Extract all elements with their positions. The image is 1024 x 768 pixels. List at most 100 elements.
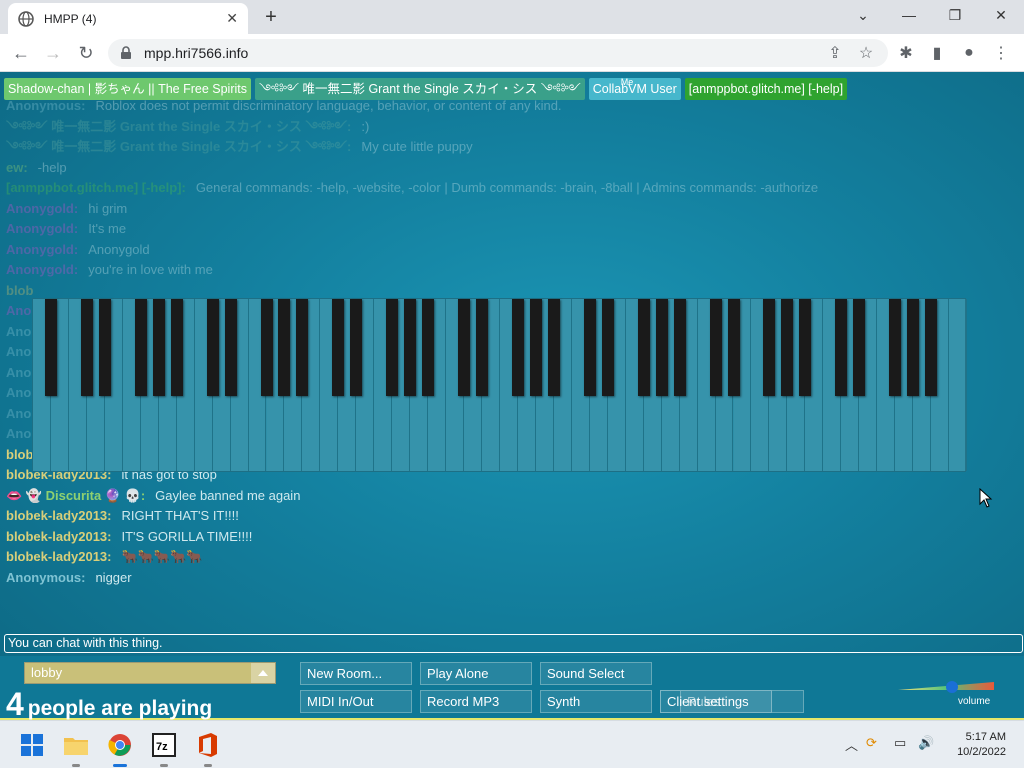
piano-black-key[interactable] xyxy=(781,299,794,396)
chat-nick: blobek-lady2013: xyxy=(6,528,112,544)
profile-avatar-icon[interactable]: ● xyxy=(956,40,982,66)
synth-button[interactable]: Synth xyxy=(540,690,652,713)
tab-strip: HMPP (4) ✕ + ⌄ — ❐ ✕ xyxy=(0,0,1024,34)
piano-black-key[interactable] xyxy=(601,299,614,396)
piano-black-key[interactable] xyxy=(889,299,902,396)
close-window-button[interactable]: ✕ xyxy=(978,0,1024,30)
chevron-up-icon[interactable]: ︿ xyxy=(845,735,858,754)
forward-button[interactable]: → xyxy=(40,40,66,66)
close-tab-icon[interactable]: ✕ xyxy=(226,10,238,27)
office-icon[interactable] xyxy=(192,729,224,767)
chat-input[interactable]: You can chat with this thing. xyxy=(4,634,1023,653)
sync-icon[interactable]: ⟳ xyxy=(866,735,877,751)
piano-black-key[interactable] xyxy=(799,299,812,396)
room-select[interactable]: lobby xyxy=(24,662,276,684)
piano-black-key[interactable] xyxy=(583,299,596,396)
piano-black-key[interactable] xyxy=(404,299,417,396)
client-settings-button[interactable]: Client settings xyxy=(660,690,772,713)
chat-message: blobek-lady2013: RIGHT THAT'S IT!!!! xyxy=(6,506,1016,527)
piano-black-key[interactable] xyxy=(224,299,237,396)
network-icon[interactable]: ▭ xyxy=(894,735,906,751)
piano-black-key[interactable] xyxy=(529,299,542,396)
piano-black-key[interactable] xyxy=(134,299,147,396)
piano-black-key[interactable] xyxy=(332,299,345,396)
chat-nick: Anonygold: xyxy=(6,241,79,257)
piano-white-key[interactable] xyxy=(949,299,967,471)
extensions-puzzle-icon[interactable]: ✱ xyxy=(893,40,919,66)
side-panel-icon[interactable]: ▮ xyxy=(924,40,950,66)
chat-message: blobek-lady2013: 🐂🐂🐂🐂🐂 xyxy=(6,547,1016,568)
new-tab-button[interactable]: + xyxy=(258,4,284,30)
play-alone-button[interactable]: Play Alone xyxy=(420,662,532,685)
file-explorer-icon[interactable] xyxy=(60,729,92,767)
piano-black-key[interactable] xyxy=(152,299,165,396)
piano-black-key[interactable] xyxy=(925,299,938,396)
mpp-page: Anonymous: Roblox does not permit discrim… xyxy=(0,72,1024,720)
record-mp3-button[interactable]: Record MP3 xyxy=(420,690,532,713)
piano-black-key[interactable] xyxy=(907,299,920,396)
room-dropdown-arrow-icon[interactable] xyxy=(251,663,275,683)
menu-kebab-icon[interactable]: ⋮ xyxy=(988,40,1014,66)
user-badge[interactable]: [anmppbot.glitch.me] [-help] xyxy=(684,78,848,100)
7zip-icon[interactable]: 7z xyxy=(148,729,180,767)
chat-text: Anonygold xyxy=(88,241,150,257)
browser-toolbar: ← → ↻ mpp.hri7566.info ⇪ ☆ ✱ ▮ ● ⋮ xyxy=(0,34,1024,72)
bookmark-star-icon[interactable]: ☆ xyxy=(853,40,879,66)
reload-button[interactable]: ↻ xyxy=(73,40,99,66)
browser-tab[interactable]: HMPP (4) ✕ xyxy=(8,3,248,34)
piano-black-key[interactable] xyxy=(727,299,740,396)
piano-black-key[interactable] xyxy=(673,299,686,396)
piano-black-key[interactable] xyxy=(835,299,848,396)
piano-black-key[interactable] xyxy=(98,299,111,396)
chat-text: hi grim xyxy=(88,200,128,216)
piano-black-key[interactable] xyxy=(458,299,471,396)
piano-black-key[interactable] xyxy=(655,299,668,396)
me-label: Me xyxy=(620,77,634,87)
user-badge[interactable]: ༺༻ 唯一無二影 Grant the Single スカイ・シス ༺༻ xyxy=(255,78,585,100)
active-indicator xyxy=(113,764,127,767)
system-clock[interactable]: 5:17 AM 10/2/2022 xyxy=(940,730,1006,760)
user-badge[interactable]: CollabVM User Me xyxy=(588,77,681,100)
user-badge[interactable]: Shadow-chan | 影ちゃん || The Free Spirits xyxy=(4,78,251,100)
piano-black-key[interactable] xyxy=(260,299,273,396)
chat-nick: Anonygold: xyxy=(6,200,79,216)
piano-black-key[interactable] xyxy=(206,299,219,396)
speaker-icon[interactable]: 🔊 xyxy=(918,735,934,751)
midi-button[interactable]: MIDI In/Out xyxy=(300,690,412,713)
piano-black-key[interactable] xyxy=(853,299,866,396)
piano-black-key[interactable] xyxy=(422,299,435,396)
minimize-button[interactable]: — xyxy=(886,0,932,30)
piano-black-key[interactable] xyxy=(296,299,309,396)
chevron-down-icon[interactable]: ⌄ xyxy=(840,0,886,30)
piano-black-key[interactable] xyxy=(637,299,650,396)
player-count-number: 4 xyxy=(6,686,24,720)
piano-black-key[interactable] xyxy=(476,299,489,396)
piano-black-key[interactable] xyxy=(350,299,363,396)
piano-black-key[interactable] xyxy=(278,299,291,396)
chat-message: Anonygold: It's me xyxy=(6,219,1016,240)
room-name: lobby xyxy=(31,665,63,680)
address-bar[interactable]: mpp.hri7566.info xyxy=(108,39,888,67)
piano-black-key[interactable] xyxy=(80,299,93,396)
chat-text: Roblox does not permit discriminatory la… xyxy=(95,98,562,113)
new-room-button[interactable]: New Room... xyxy=(300,662,412,685)
share-icon[interactable]: ⇪ xyxy=(822,40,848,66)
chrome-icon[interactable] xyxy=(104,729,136,767)
chat-text: Gaylee banned me again xyxy=(155,487,301,503)
piano-black-key[interactable] xyxy=(511,299,524,396)
piano-black-key[interactable] xyxy=(763,299,776,396)
chat-text: -help xyxy=(37,159,67,175)
chat-nick: ༺༻ 唯一無二影 Grant the Single スカイ・シス ༺༻: xyxy=(6,118,352,134)
mouse-cursor-icon xyxy=(979,488,993,508)
piano-black-key[interactable] xyxy=(386,299,399,396)
restore-button[interactable]: ❐ xyxy=(932,0,978,30)
user-badge-name: [anmppbot.glitch.me] [-help] xyxy=(688,82,844,96)
back-button[interactable]: ← xyxy=(8,40,34,66)
piano-black-key[interactable] xyxy=(709,299,722,396)
piano-black-key[interactable] xyxy=(547,299,560,396)
start-windows-icon[interactable] xyxy=(16,729,48,761)
sound-select-button[interactable]: Sound Select xyxy=(540,662,652,685)
piano-black-key[interactable] xyxy=(170,299,183,396)
piano-black-key[interactable] xyxy=(44,299,57,396)
piano-keyboard[interactable] xyxy=(32,298,967,472)
